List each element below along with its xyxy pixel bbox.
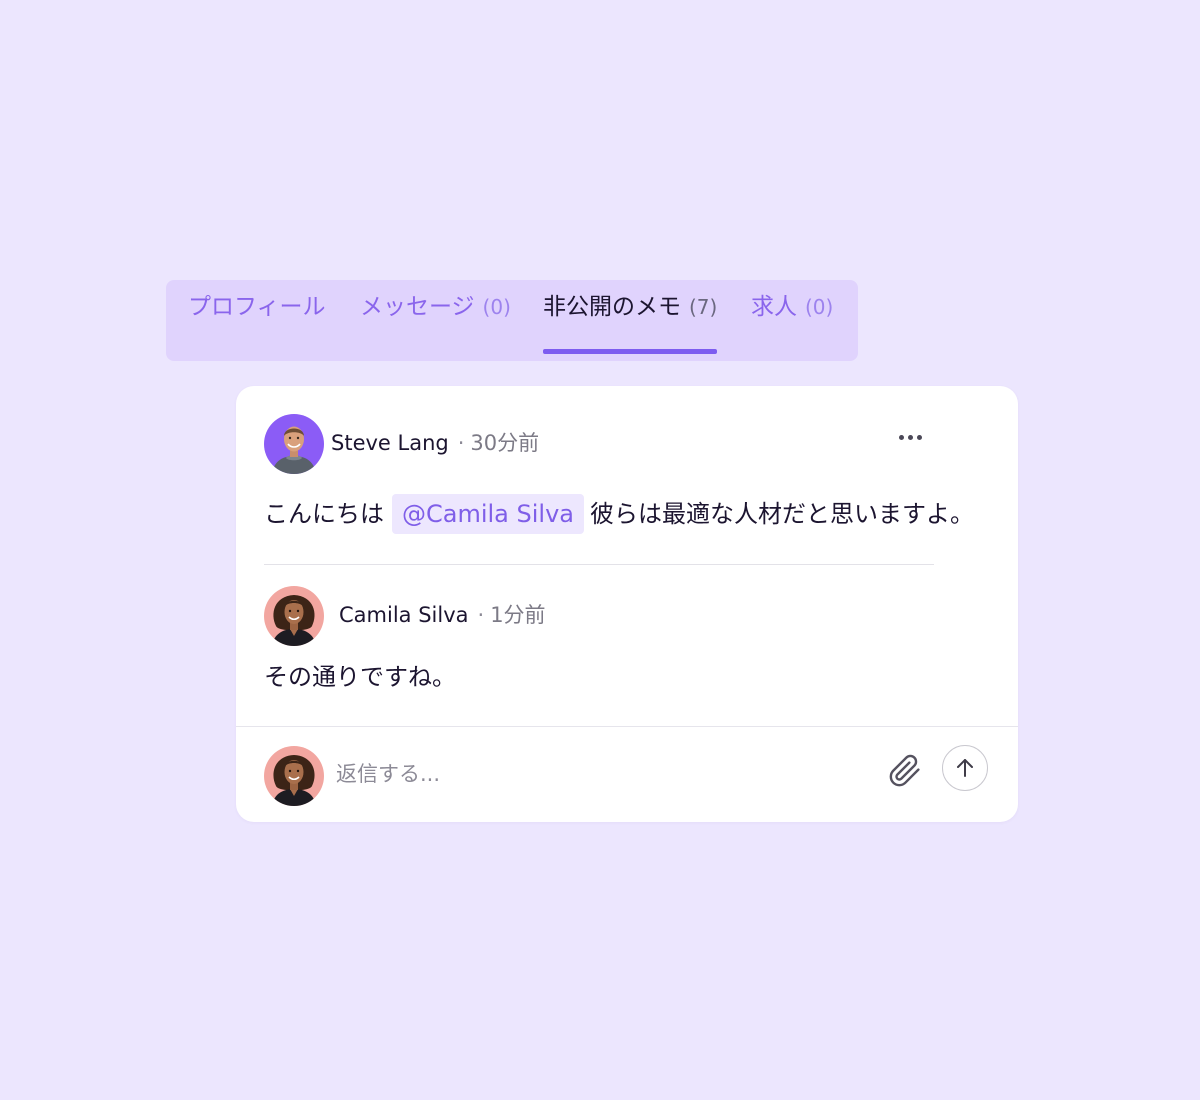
- comment-time: 30分前: [470, 431, 540, 455]
- tab-label: 求人: [751, 294, 797, 320]
- comment-divider: [264, 564, 934, 565]
- comment-text: こんにちは @Camila Silva 彼らは最適な人材だと思いますよ。: [264, 494, 974, 534]
- paperclip-icon[interactable]: [888, 754, 922, 788]
- comment-author: Camila Silva: [339, 603, 469, 627]
- comment-author: Steve Lang: [331, 431, 449, 455]
- tab-label: プロフィール: [188, 294, 326, 320]
- tab-count: (0): [805, 295, 834, 319]
- tab-count: (7): [689, 295, 718, 319]
- mention-tag[interactable]: @Camila Silva: [392, 494, 584, 534]
- comment-text: その通りですね。: [264, 663, 456, 691]
- comment-header: Camila Silva · 1分前: [339, 600, 546, 630]
- active-tab-indicator: [543, 349, 718, 354]
- tab-messages[interactable]: メッセージ (0): [360, 280, 511, 361]
- tab-label: 非公開のメモ: [543, 294, 681, 320]
- send-button[interactable]: [942, 745, 988, 791]
- tab-jobs[interactable]: 求人 (0): [751, 280, 833, 361]
- meta-separator: ·: [477, 603, 485, 627]
- arrow-up-icon: [957, 759, 973, 777]
- private-notes-card: Steve Lang · 30分前 こんにちは @Camila Silva 彼らは最適な…: [236, 386, 1018, 822]
- tab-count: (0): [482, 295, 511, 319]
- tab-private-notes[interactable]: 非公開のメモ (7): [543, 280, 718, 361]
- tab-profile[interactable]: プロフィール: [188, 280, 326, 361]
- comment-header: Steve Lang · 30分前: [331, 428, 539, 458]
- comment-time: 1分前: [490, 603, 546, 627]
- meta-separator: ·: [457, 431, 465, 455]
- more-options-icon[interactable]: [891, 422, 931, 452]
- tab-label: メッセージ: [360, 294, 475, 320]
- avatar-current-user: [264, 746, 324, 806]
- avatar-steve-lang: [264, 414, 324, 474]
- avatar-camila-silva: [264, 586, 324, 646]
- reply-input[interactable]: [336, 757, 776, 791]
- comment-text-start: こんにちは: [264, 500, 384, 528]
- comment-text-end: 彼らは最適な人材だと思いますよ。: [590, 500, 974, 528]
- reply-composer: [236, 726, 1018, 822]
- profile-tabs: プロフィール メッセージ (0) 非公開のメモ (7) 求人 (0): [166, 280, 858, 361]
